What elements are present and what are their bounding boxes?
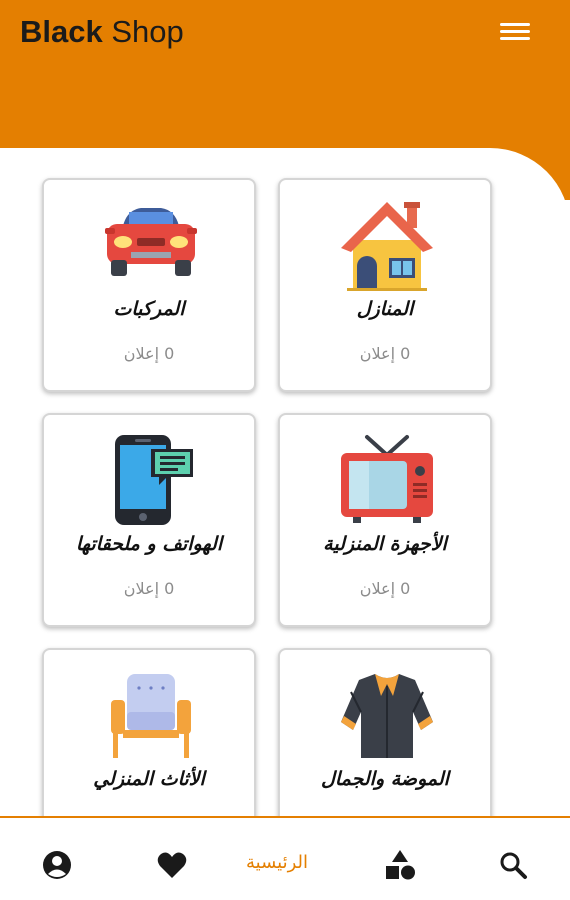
category-card-vehicles[interactable]: المركبات 0 إعلان	[42, 178, 256, 392]
category-ad-count: 0 إعلان	[123, 344, 175, 363]
category-title: الموضة والجمال	[321, 768, 449, 790]
category-ad-count: 0 إعلان	[359, 579, 411, 598]
house-icon	[341, 202, 433, 291]
categories-icon[interactable]	[384, 848, 416, 882]
bottom-navigation: الرئيسية	[0, 816, 570, 900]
category-ad-count: 0 إعلان	[359, 344, 411, 363]
category-title: الأثاث المنزلي	[93, 768, 205, 790]
armchair-icon	[111, 674, 191, 758]
category-ad-count: 0 إعلان	[123, 579, 175, 598]
category-title: المركبات	[113, 298, 185, 320]
category-title: الهواتف و ملحقاتها	[75, 533, 223, 555]
search-icon[interactable]	[498, 848, 528, 882]
tv-icon	[341, 435, 433, 523]
category-title: الأجهزة المنزلية	[323, 533, 447, 555]
phone-icon	[115, 435, 193, 525]
app-title: Black Shop	[20, 14, 184, 50]
category-card-houses[interactable]: المنازل 0 إعلان	[278, 178, 492, 392]
heart-icon[interactable]	[156, 848, 188, 882]
category-card-fashion[interactable]: الموضة والجمال	[278, 648, 492, 816]
brand-bold: Black	[20, 14, 103, 49]
jacket-icon	[341, 674, 433, 758]
categories-grid: المنازل 0 إعلان المركبات 0 إعلان الأجهزة…	[0, 148, 570, 816]
nav-home-label[interactable]: الرئيسية	[246, 852, 308, 873]
profile-icon[interactable]	[42, 848, 72, 882]
menu-icon[interactable]	[498, 20, 532, 46]
brand-light: Shop	[111, 14, 184, 49]
car-icon	[105, 208, 197, 276]
category-card-phones[interactable]: الهواتف و ملحقاتها 0 إعلان	[42, 413, 256, 627]
category-title: المنازل	[356, 298, 414, 320]
category-card-home-appliances[interactable]: الأجهزة المنزلية 0 إعلان	[278, 413, 492, 627]
category-card-furniture[interactable]: الأثاث المنزلي	[42, 648, 256, 816]
